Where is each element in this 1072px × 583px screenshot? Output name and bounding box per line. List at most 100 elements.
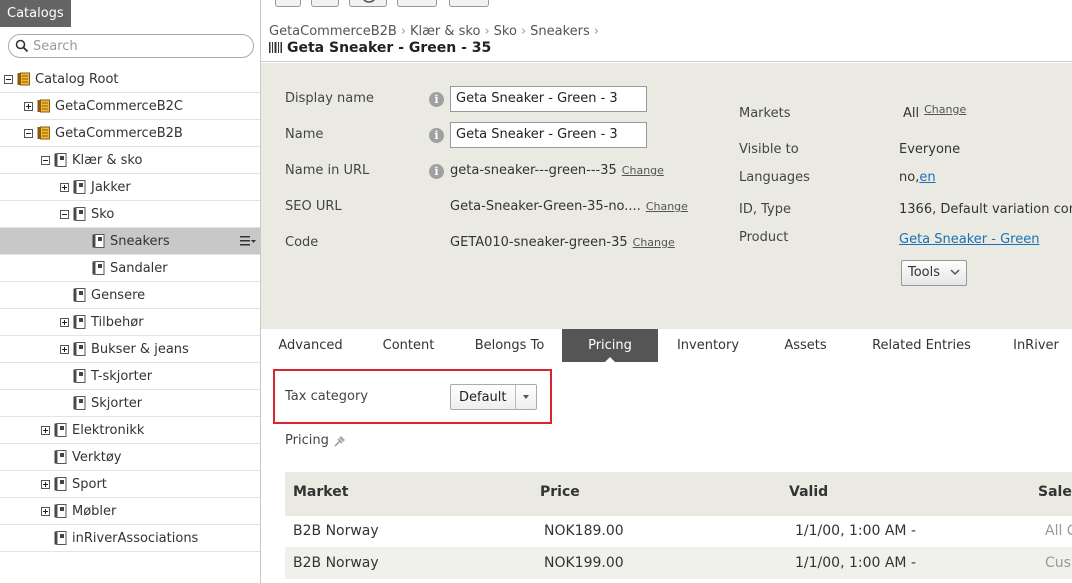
tab-pricing[interactable]: Pricing	[562, 329, 658, 362]
search-input[interactable]	[33, 37, 243, 55]
collapse-icon[interactable]	[4, 75, 13, 84]
breadcrumb-item[interactable]: Klær & sko	[410, 24, 480, 39]
visible-to-label: Visible to	[739, 142, 799, 157]
tree-node-label: Elektronikk	[72, 423, 145, 438]
cell-valid: 1/1/00, 1:00 AM -	[795, 555, 917, 571]
tree-node-label: Sneakers	[110, 234, 170, 249]
tree-node[interactable]: Skjorter	[0, 390, 260, 417]
expand-icon[interactable]	[41, 480, 50, 489]
toolbar-button-2[interactable]	[311, 0, 339, 7]
toolbar-button-3[interactable]	[349, 0, 387, 7]
collapse-icon[interactable]	[60, 210, 69, 219]
display-name-field[interactable]: Geta Sneaker - Green - 3	[450, 86, 647, 112]
column-header-price[interactable]: Price	[540, 484, 580, 500]
tree-node[interactable]: Sandaler	[0, 255, 260, 282]
tree-node[interactable]: Tilbehør	[0, 309, 260, 336]
breadcrumb-item[interactable]: GetaCommerceB2B	[269, 24, 397, 39]
tree-node[interactable]: Verktøy	[0, 444, 260, 471]
column-header-market[interactable]: Market	[293, 484, 348, 500]
tab-assets[interactable]: Assets	[770, 329, 841, 362]
tree-node[interactable]: Sport	[0, 471, 260, 498]
tree-node[interactable]: Sko	[0, 201, 260, 228]
tree-node-label: Tilbehør	[91, 315, 144, 330]
tree-node[interactable]: Jakker	[0, 174, 260, 201]
markets-text: All	[903, 106, 920, 121]
id-type-value: 1366, Default variation con	[899, 202, 1072, 217]
name-info-icon[interactable]: i	[429, 128, 444, 143]
breadcrumb-item[interactable]: Sneakers	[530, 24, 590, 39]
tools-label: Tools	[908, 265, 941, 280]
node-icon	[73, 207, 86, 221]
tree-node[interactable]: T-skjorter	[0, 363, 260, 390]
tax-category-select[interactable]: Default	[450, 384, 537, 410]
tree-node[interactable]: Møbler	[0, 498, 260, 525]
search-box[interactable]	[8, 34, 254, 58]
collapse-icon[interactable]	[41, 156, 50, 165]
name-in-url-label: Name in URL	[285, 163, 370, 178]
tab-inventory[interactable]: Inventory	[667, 329, 749, 362]
expand-icon[interactable]	[41, 507, 50, 516]
expand-icon[interactable]	[60, 318, 69, 327]
node-icon	[73, 396, 86, 410]
expand-icon[interactable]	[60, 183, 69, 192]
tools-dropdown[interactable]: Tools	[901, 260, 967, 286]
column-header-valid[interactable]: Valid	[789, 484, 828, 500]
tree-node[interactable]: GetaCommerceB2B	[0, 120, 260, 147]
name-field[interactable]: Geta Sneaker - Green - 3	[450, 122, 647, 148]
tree-node[interactable]: Sneakers	[0, 228, 260, 255]
tree-node[interactable]: Gensere	[0, 282, 260, 309]
cell-sale: All C	[1045, 523, 1072, 539]
breadcrumb-item[interactable]: Sko	[494, 24, 517, 39]
name-in-url-text: geta-sneaker---green---35	[450, 163, 617, 178]
tree-node-label: Skjorter	[91, 396, 143, 411]
id-type-label: ID, Type	[739, 202, 791, 217]
expand-icon[interactable]	[60, 345, 69, 354]
tree-node-label: inRiverAssociations	[72, 531, 199, 546]
node-icon	[73, 342, 86, 356]
tree-node[interactable]: Catalog Root	[0, 66, 260, 93]
tab-advanced[interactable]: Advanced	[267, 329, 354, 362]
tab-belongs-to[interactable]: Belongs To	[464, 329, 555, 362]
node-icon	[92, 234, 105, 248]
search-icon	[15, 39, 29, 53]
product-link[interactable]: Geta Sneaker - Green	[899, 232, 1039, 247]
visible-to-value: Everyone	[899, 142, 961, 157]
markets-change-link[interactable]: Change	[924, 103, 966, 116]
dropdown-arrow-icon[interactable]	[515, 385, 536, 409]
name-in-url-change-link[interactable]: Change	[622, 164, 664, 177]
code-change-link[interactable]: Change	[633, 236, 675, 249]
tree-node[interactable]: Elektronikk	[0, 417, 260, 444]
tree-node[interactable]: inRiverAssociations	[0, 525, 260, 552]
seo-url-text: Geta-Sneaker-Green-35-no....	[450, 199, 641, 214]
breadcrumb: GetaCommerceB2B › Klær & sko › Sko › Sneakers ›	[269, 24, 603, 39]
breadcrumb-separator: ›	[400, 24, 407, 39]
chevron-down-icon	[950, 269, 960, 276]
tab-related-entries[interactable]: Related Entries	[860, 329, 983, 362]
column-header-sale[interactable]: Sale	[1038, 484, 1072, 500]
table-row[interactable]: B2B Norway NOK189.00 1/1/00, 1:00 AM - A…	[285, 516, 1072, 547]
expand-icon[interactable]	[41, 426, 50, 435]
table-row[interactable]: B2B Norway NOK199.00 1/1/00, 1:00 AM - C…	[285, 547, 1072, 579]
tab-inriver[interactable]: InRiver	[1001, 329, 1071, 362]
toolbar-button-4[interactable]	[397, 0, 437, 7]
expand-icon[interactable]	[24, 102, 33, 111]
markets-label: Markets	[739, 106, 791, 121]
node-icon	[73, 180, 86, 194]
display-name-label: Display name	[285, 91, 374, 106]
context-menu-icon[interactable]	[240, 233, 256, 247]
display-name-info-icon[interactable]: i	[429, 92, 444, 107]
language-en-link[interactable]: en	[919, 170, 935, 185]
toolbar-button-5[interactable]	[449, 0, 489, 7]
tree-node-label: T-skjorter	[91, 369, 153, 384]
tab-content[interactable]: Content	[371, 329, 446, 362]
seo-url-change-link[interactable]: Change	[646, 200, 688, 213]
pin-icon[interactable]	[333, 434, 347, 448]
toolbar-button-1[interactable]	[275, 0, 301, 7]
tree-node[interactable]: Bukser & jeans	[0, 336, 260, 363]
collapse-icon[interactable]	[24, 129, 33, 138]
layout-icon	[450, 0, 490, 6]
tree-node[interactable]: Klær & sko	[0, 147, 260, 174]
name-in-url-info-icon[interactable]: i	[429, 164, 444, 179]
tree-node[interactable]: GetaCommerceB2C	[0, 93, 260, 120]
node-icon	[54, 477, 67, 491]
